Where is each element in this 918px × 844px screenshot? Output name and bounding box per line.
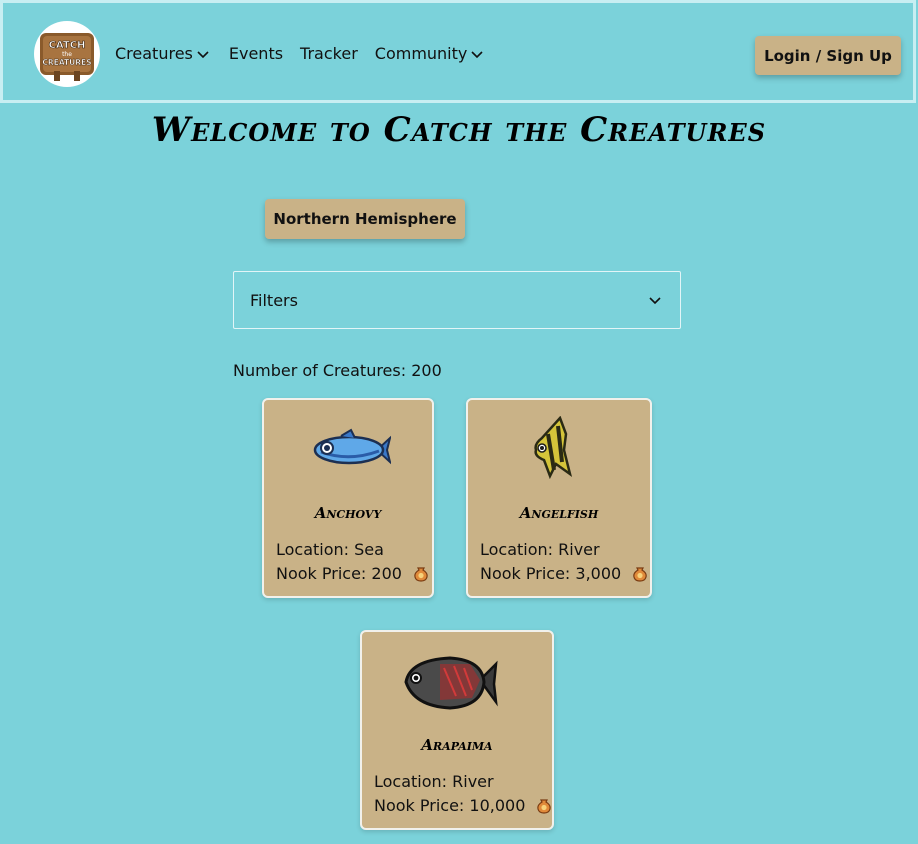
nav-community[interactable]: Community <box>375 44 485 63</box>
svg-text:CREATURES: CREATURES <box>42 58 91 67</box>
svg-text:CATCH: CATCH <box>49 40 86 51</box>
creature-location: Location: Sea <box>276 540 384 559</box>
site-logo[interactable]: CATCH the CREATURES <box>34 21 100 87</box>
creature-price: Nook Price: 200 <box>276 564 430 583</box>
bells-bag-icon <box>633 567 647 582</box>
chevron-down-icon <box>649 297 661 305</box>
creature-price-value: Nook Price: 10,000 <box>374 796 526 815</box>
creature-price-value: Nook Price: 3,000 <box>480 564 622 583</box>
chevron-down-icon <box>197 50 209 58</box>
navbar: CATCH the CREATURES Creatures Events Tra… <box>0 0 916 103</box>
nav-tracker[interactable]: Tracker <box>300 44 358 63</box>
nav-creatures-label: Creatures <box>115 44 193 63</box>
creature-name: Anchovy <box>314 504 382 522</box>
creature-card[interactable]: Arapaima Location: River Nook Price: 10,… <box>360 630 554 830</box>
creature-price-value: Nook Price: 200 <box>276 564 402 583</box>
creature-card[interactable]: Anchovy Location: Sea Nook Price: 200 <box>262 398 434 598</box>
bells-bag-icon <box>414 567 428 582</box>
arapaima-icon <box>404 656 498 710</box>
nav-events-label: Events <box>228 44 284 63</box>
anchovy-icon <box>313 428 391 465</box>
nav-tracker-label: Tracker <box>300 44 358 63</box>
creature-location: Location: River <box>480 540 600 559</box>
logo-icon: CATCH the CREATURES <box>40 33 94 81</box>
creature-name: Arapaima <box>421 736 493 754</box>
creature-price: Nook Price: 10,000 <box>374 796 553 815</box>
creature-card[interactable]: Angelfish Location: River Nook Price: 3,… <box>466 398 652 598</box>
svg-text:the: the <box>62 51 72 58</box>
nav-events[interactable]: Events <box>229 44 283 63</box>
main-nav: Creatures Events Tracker Community <box>115 44 484 63</box>
creature-count: Number of Creatures: 200 <box>233 361 442 380</box>
nav-community-label: Community <box>374 44 468 63</box>
angelfish-icon <box>534 416 573 480</box>
creature-name: Angelfish <box>519 504 599 522</box>
chevron-down-icon <box>471 50 483 58</box>
creature-price: Nook Price: 3,000 <box>480 564 649 583</box>
creature-location: Location: River <box>374 772 494 791</box>
page-title: Welcome to Catch the Creatures <box>151 110 767 150</box>
nav-creatures[interactable]: Creatures <box>115 44 210 63</box>
login-signup-button[interactable]: Login / Sign Up <box>755 36 901 75</box>
bells-bag-icon <box>537 799 552 814</box>
filters-label: Filters <box>250 290 298 310</box>
filters-dropdown[interactable]: Filters <box>233 271 681 329</box>
hemisphere-toggle-button[interactable]: Northern Hemisphere <box>265 199 465 239</box>
